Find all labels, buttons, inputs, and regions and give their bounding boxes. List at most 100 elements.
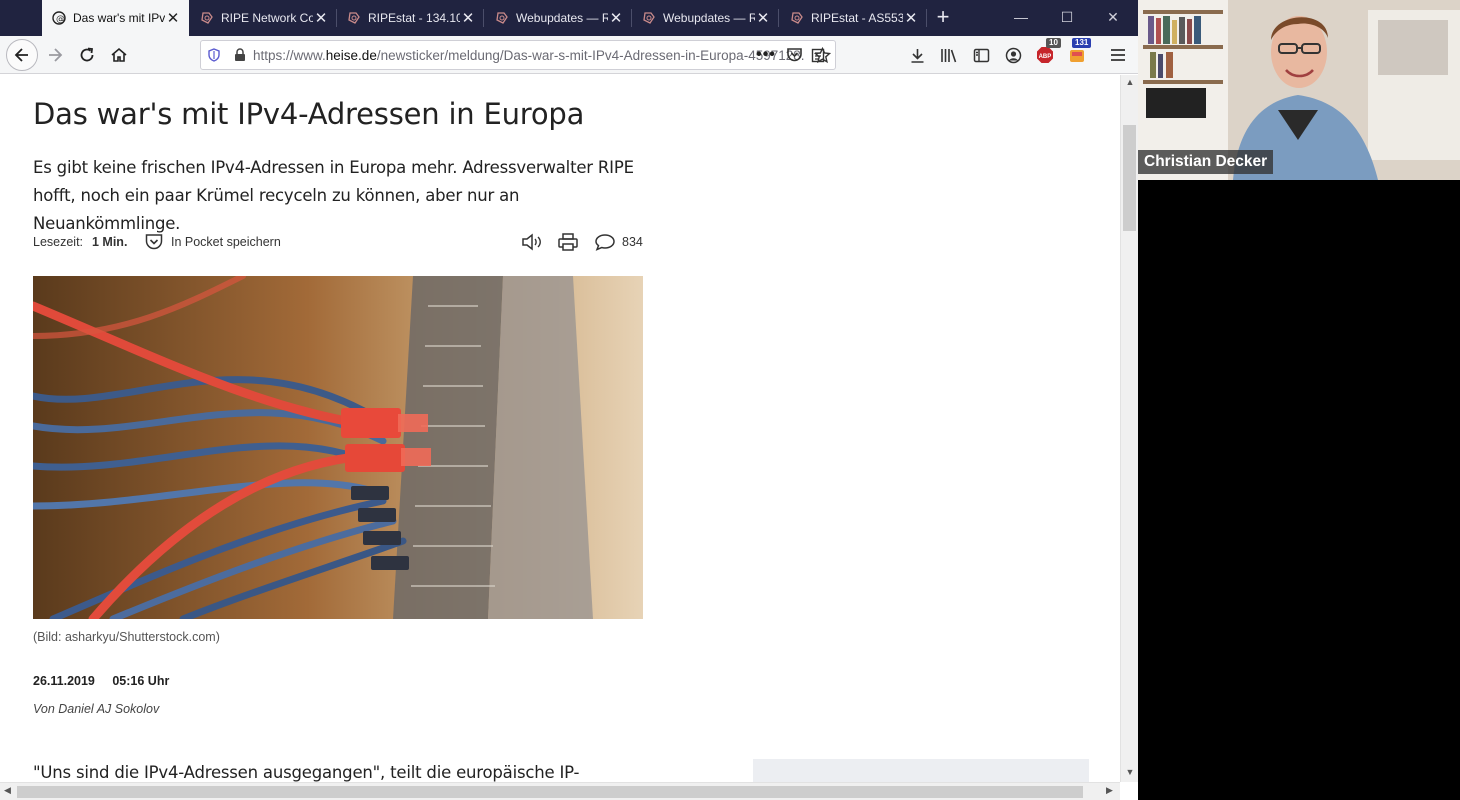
vertical-scrollbar[interactable]: ▲ ▼ (1120, 75, 1138, 782)
url-path: /newsticker/meldung/Das-war-s-mit-IPv4-A… (376, 47, 805, 63)
extension-count-badge: 131 (1072, 38, 1092, 48)
ripe-favicon-icon (348, 12, 360, 24)
ripe-favicon-icon (201, 12, 213, 24)
reload-icon (80, 47, 94, 62)
back-button[interactable] (6, 39, 38, 71)
download-icon (911, 48, 923, 63)
tab-ripestat-134[interactable]: RIPEstat - 134.10 ✕ (337, 0, 484, 36)
image-caption: (Bild: asharkyu/Shutterstock.com) (33, 630, 220, 644)
downloads-button[interactable] (902, 40, 932, 70)
tab-bar: @ Das war's mit IPv4-Adressen ✕ RIPE Net… (0, 0, 1138, 36)
url-prefix: https://www. (253, 47, 326, 63)
video-call-background (1138, 180, 1460, 800)
article-author[interactable]: Von Daniel AJ Sokolov (33, 702, 159, 716)
article-dateline: 26.11.2019 05:16 Uhr (33, 674, 183, 688)
tab-title: RIPE Network Coordination Centre (221, 11, 313, 25)
svg-text:@: @ (56, 15, 65, 25)
extension-button[interactable]: 131 (1062, 38, 1092, 70)
read-aloud-icon[interactable] (521, 232, 543, 255)
tab-title: Webupdates — RIPE (516, 11, 608, 25)
sidebar-icon (973, 48, 989, 62)
tab-title: Das war's mit IPv4-Adressen (73, 11, 165, 25)
close-tab-icon[interactable]: ✕ (903, 9, 919, 27)
article-lead: Es gibt keine frischen IPv4-Adressen in … (33, 158, 634, 233)
page-actions-button[interactable]: ••• (751, 40, 781, 70)
ripe-favicon-icon (643, 12, 655, 24)
ripe-favicon-icon (791, 12, 803, 24)
adblock-icon: ABP (1037, 47, 1053, 63)
library-icon (941, 48, 957, 62)
video-tile: Christian Decker (1138, 0, 1460, 180)
url-text[interactable]: https://www.heise.de/newsticker/meldung/… (253, 48, 805, 63)
tracking-shield-icon[interactable] (201, 41, 227, 69)
sidebar-box (753, 759, 1089, 782)
window-close-icon[interactable]: ✕ (1090, 0, 1136, 36)
forward-button[interactable] (40, 40, 70, 70)
account-button[interactable] (998, 40, 1028, 70)
scroll-up-icon[interactable]: ▲ (1121, 77, 1138, 87)
extension-icon (1070, 50, 1084, 62)
close-tab-icon[interactable]: ✕ (460, 9, 476, 27)
svg-text:ABP: ABP (1039, 54, 1052, 60)
reading-time-value: 1 Min. (92, 235, 128, 249)
horizontal-scroll-thumb[interactable] (17, 786, 1083, 798)
sidebar-button[interactable] (966, 40, 996, 70)
adblock-count-badge: 10 (1046, 38, 1061, 48)
article-body-text: "Uns sind die IPv4-Adressen ausgegangen"… (33, 763, 580, 782)
ripe-favicon-icon (496, 12, 508, 24)
comment-count[interactable]: 834 (622, 235, 643, 249)
close-tab-icon[interactable]: ✕ (608, 9, 624, 27)
pocket-icon (786, 48, 802, 62)
vertical-scroll-thumb[interactable] (1123, 125, 1136, 231)
pocket-save-icon[interactable] (144, 232, 164, 255)
pocket-button[interactable] (779, 40, 809, 70)
back-arrow-icon (14, 48, 28, 62)
close-tab-icon[interactable]: ✕ (755, 9, 771, 27)
reload-button[interactable] (72, 40, 102, 70)
tab-title: Webupdates — RIPE (663, 11, 755, 25)
adblock-button[interactable]: ABP 10 (1030, 38, 1061, 70)
url-domain: heise.de (325, 47, 377, 63)
forward-arrow-icon (49, 48, 63, 62)
navigation-toolbar: https://www.heise.de/newsticker/meldung/… (0, 36, 1138, 74)
article-time: 05:16 Uhr (112, 674, 170, 688)
scroll-left-icon[interactable]: ◀ (4, 785, 11, 796)
tab-heise[interactable]: @ Das war's mit IPv4-Adressen ✕ (42, 0, 189, 36)
horizontal-scrollbar[interactable]: ◀ ▶ (0, 782, 1120, 800)
browser-window: @ Das war's mit IPv4-Adressen ✕ RIPE Net… (0, 0, 1138, 800)
scroll-right-icon[interactable]: ▶ (1106, 785, 1113, 796)
tab-webupdates-1[interactable]: Webupdates — RIPE ✕ (485, 0, 632, 36)
scroll-down-icon[interactable]: ▼ (1121, 767, 1138, 777)
bookmark-star-button[interactable] (807, 40, 837, 70)
tab-ripe-ncc[interactable]: RIPE Network Coordination Centre ✕ (190, 0, 337, 36)
menu-button[interactable] (1103, 40, 1133, 70)
close-tab-icon[interactable]: ✕ (313, 9, 329, 27)
lock-icon[interactable] (227, 41, 253, 69)
tab-ripestat-as553[interactable]: RIPEstat - AS553 ✕ (780, 0, 927, 36)
star-icon (813, 46, 831, 63)
maximize-icon[interactable]: ☐ (1044, 0, 1090, 36)
hamburger-menu-icon (1111, 49, 1125, 61)
tab-title: RIPEstat - AS553 (811, 11, 903, 25)
library-button[interactable] (934, 40, 964, 70)
home-button[interactable] (104, 40, 134, 70)
address-bar[interactable]: https://www.heise.de/newsticker/meldung/… (200, 40, 836, 70)
pocket-save-link[interactable]: In Pocket speichern (171, 235, 281, 249)
article-hero-image (33, 276, 643, 619)
tab-title: RIPEstat - 134.10 (368, 11, 460, 25)
article-date: 26.11.2019 (33, 674, 95, 688)
more-dots-icon: ••• (756, 46, 776, 63)
print-icon[interactable] (557, 232, 579, 255)
comment-icon[interactable] (594, 232, 616, 255)
article-page: Das war's mit IPv4-Adressen in Europa Es… (0, 75, 1120, 782)
close-tab-icon[interactable]: ✕ (165, 9, 181, 27)
heise-favicon-icon: @ (52, 11, 66, 25)
minimize-icon[interactable]: — (998, 0, 1044, 36)
article-meta-row: Lesezeit: 1 Min. In Pocket speichern 834 (33, 232, 643, 254)
tab-webupdates-2[interactable]: Webupdates — RIPE ✕ (632, 0, 779, 36)
article-title: Das war's mit IPv4-Adressen in Europa (33, 97, 585, 131)
account-icon (1005, 47, 1021, 63)
home-icon (111, 47, 127, 62)
participant-name: Christian Decker (1138, 150, 1274, 174)
new-tab-button[interactable]: + (930, 4, 956, 30)
